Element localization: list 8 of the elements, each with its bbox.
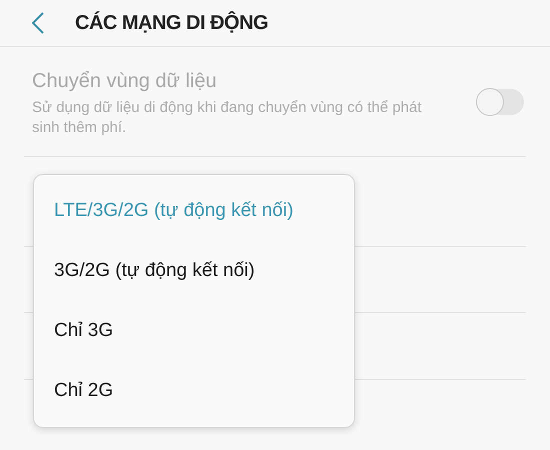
- back-icon: [32, 12, 44, 34]
- screen-title: CÁC MẠNG DI ĐỘNG: [75, 10, 268, 36]
- setting-description: Sử dụng dữ liệu di động khi đang chuyển vùng có thể phát sinh thêm phí.: [32, 98, 422, 138]
- menu-option[interactable]: Chỉ 3G: [34, 304, 354, 358]
- roaming-switch[interactable]: [476, 88, 524, 114]
- menu-option[interactable]: Chỉ 2G: [34, 364, 354, 418]
- setting-title: Chuyển vùng dữ liệu: [32, 68, 218, 94]
- menu-option[interactable]: 3G/2G (tự động kết nối): [34, 244, 354, 298]
